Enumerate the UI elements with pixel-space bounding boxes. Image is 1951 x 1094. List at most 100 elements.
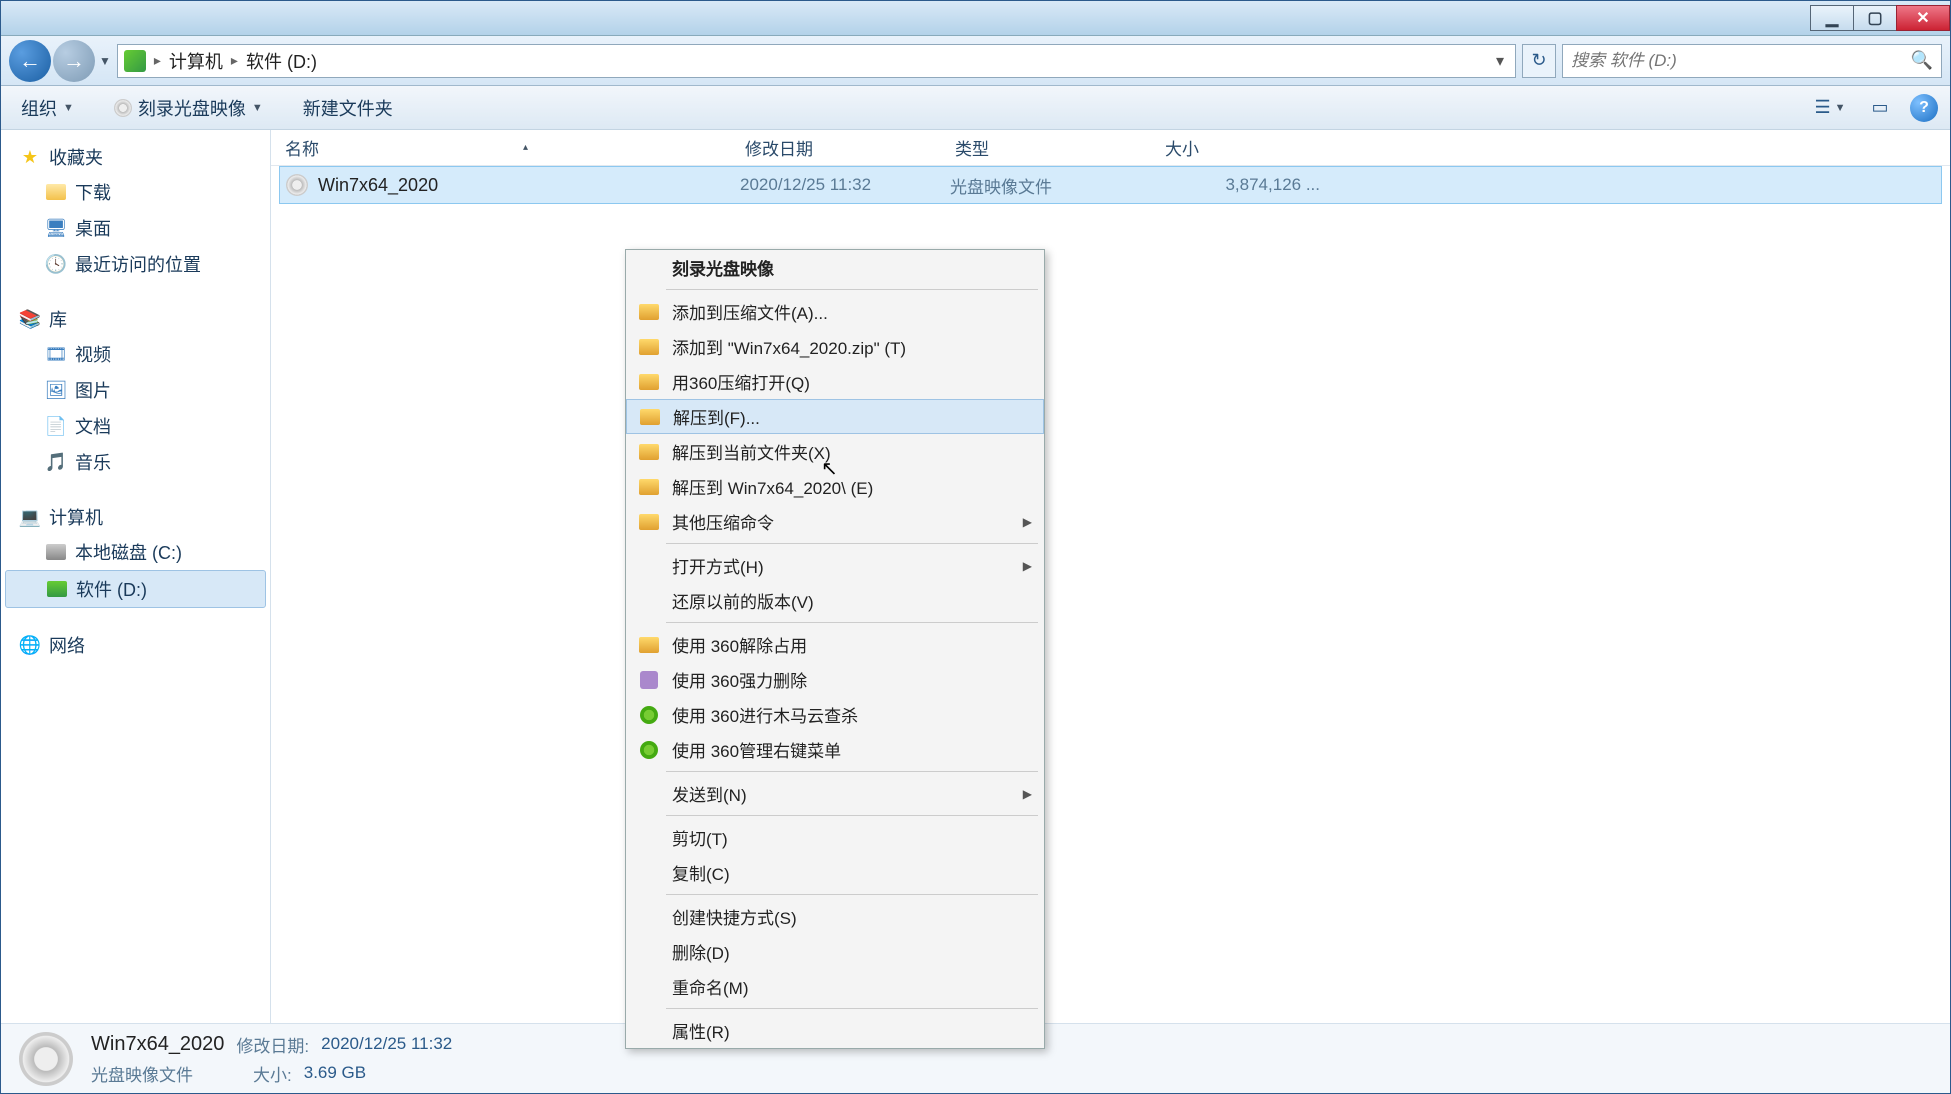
status-info: Win7x64_2020 修改日期: 2020/12/25 11:32 光盘映像… — [91, 1032, 452, 1086]
ctx-label: 属性(R) — [672, 1018, 730, 1043]
burn-label: 刻录光盘映像 — [138, 95, 246, 121]
search-icon[interactable]: 🔍 — [1911, 50, 1933, 71]
address-bar[interactable]: ▸ 计算机 ▸ 软件 (D:) ▾ — [117, 44, 1516, 78]
ctx-label: 添加到压缩文件(A)... — [672, 299, 828, 324]
recent-icon: 🕓 — [45, 253, 67, 275]
ctx-label: 创建快捷方式(S) — [672, 904, 797, 929]
ctx-cut[interactable]: 剪切(T) — [626, 820, 1044, 855]
sidebar-recent[interactable]: 🕓 最近访问的位置 — [5, 246, 266, 282]
ctx-open-with[interactable]: 打开方式(H)▶ — [626, 548, 1044, 583]
context-menu: 刻录光盘映像 添加到压缩文件(A)... 添加到 "Win7x64_2020.z… — [625, 249, 1045, 1049]
ctx-add-to-zip[interactable]: 添加到 "Win7x64_2020.zip" (T) — [626, 329, 1044, 364]
column-name[interactable]: 名称 ▴ — [285, 135, 745, 160]
ctx-properties[interactable]: 属性(R) — [626, 1013, 1044, 1048]
separator — [666, 543, 1038, 544]
preview-pane-button[interactable]: ▭ — [1860, 93, 1900, 123]
ctx-extract-to-folder[interactable]: 解压到 Win7x64_2020\ (E) — [626, 469, 1044, 504]
breadcrumb-computer[interactable]: 计算机 — [169, 48, 223, 74]
archive-icon — [638, 336, 660, 358]
chevron-icon[interactable]: ▸ — [231, 52, 238, 69]
sidebar-libraries[interactable]: 📚 库 — [5, 302, 266, 336]
nav-history-dropdown[interactable]: ▼ — [99, 54, 111, 68]
file-name: Win7x64_2020 — [318, 175, 438, 196]
sidebar-favorites[interactable]: ★ 收藏夹 — [5, 140, 266, 174]
burn-disc-image-button[interactable]: 刻录光盘映像 ▼ — [106, 91, 271, 125]
sidebar-videos[interactable]: 🎞 视频 — [5, 336, 266, 372]
network-group: 🌐 网络 — [5, 628, 266, 662]
sidebar-drive-c[interactable]: 本地磁盘 (C:) — [5, 534, 266, 570]
ctx-label: 使用 360强力删除 — [672, 667, 807, 692]
sidebar-item-label: 本地磁盘 (C:) — [75, 539, 182, 565]
ctx-restore-previous[interactable]: 还原以前的版本(V) — [626, 583, 1044, 618]
search-bar[interactable]: 🔍 — [1562, 44, 1942, 78]
library-icon: 📚 — [19, 308, 41, 330]
archive-icon — [638, 301, 660, 323]
column-date[interactable]: 修改日期 — [745, 135, 955, 160]
ctx-add-to-archive[interactable]: 添加到压缩文件(A)... — [626, 294, 1044, 329]
explorer-window: ← → ▼ ▸ 计算机 ▸ 软件 (D:) ▾ ↻ 🔍 组织 ▼ 刻录光盘映像 … — [0, 0, 1951, 1094]
ctx-360-trojan-scan[interactable]: 使用 360进行木马云查杀 — [626, 697, 1044, 732]
sidebar-desktop[interactable]: 🖥 桌面 — [5, 210, 266, 246]
favorites-group: ★ 收藏夹 下载 🖥 桌面 🕓 最近访问的位置 — [5, 140, 266, 282]
address-dropdown[interactable]: ▾ — [1491, 51, 1509, 71]
ctx-open-with-360zip[interactable]: 用360压缩打开(Q) — [626, 364, 1044, 399]
minimize-button[interactable] — [1810, 5, 1854, 31]
ctx-360-unlock[interactable]: 使用 360解除占用 — [626, 627, 1044, 662]
sidebar-downloads[interactable]: 下载 — [5, 174, 266, 210]
sidebar-pictures[interactable]: 🖼 图片 — [5, 372, 266, 408]
sidebar-music[interactable]: 🎵 音乐 — [5, 444, 266, 480]
back-button[interactable]: ← — [9, 40, 51, 82]
new-folder-button[interactable]: 新建文件夹 — [295, 91, 401, 125]
ctx-other-compress[interactable]: 其他压缩命令▶ — [626, 504, 1044, 539]
ctx-label: 解压到当前文件夹(X) — [672, 439, 831, 464]
ctx-rename[interactable]: 重命名(M) — [626, 969, 1044, 1004]
status-filename: Win7x64_2020 — [91, 1033, 224, 1056]
disc-icon — [114, 99, 132, 117]
status-size-label: 大小: — [253, 1061, 292, 1086]
chevron-icon[interactable]: ▸ — [154, 52, 161, 69]
ctx-360-manage-menu[interactable]: 使用 360管理右键菜单 — [626, 732, 1044, 767]
sidebar-item-label: 软件 (D:) — [76, 576, 147, 602]
refresh-button[interactable]: ↻ — [1522, 44, 1556, 78]
drive-icon — [124, 50, 146, 72]
sidebar-network[interactable]: 🌐 网络 — [5, 628, 266, 662]
ctx-create-shortcut[interactable]: 创建快捷方式(S) — [626, 899, 1044, 934]
organize-button[interactable]: 组织 ▼ — [13, 91, 82, 125]
sidebar-item-label: 文档 — [75, 413, 111, 439]
file-size-cell: 3,874,126 ... — [1160, 175, 1320, 195]
ctx-copy[interactable]: 复制(C) — [626, 855, 1044, 890]
file-row[interactable]: Win7x64_2020 2020/12/25 11:32 光盘映像文件 3,8… — [279, 166, 1942, 204]
ctx-label: 添加到 "Win7x64_2020.zip" (T) — [672, 334, 906, 359]
archive-icon — [638, 511, 660, 533]
window-controls — [1811, 5, 1950, 31]
column-size[interactable]: 大小 — [1165, 135, 1325, 160]
ctx-360-force-delete[interactable]: 使用 360强力删除 — [626, 662, 1044, 697]
ctx-label: 使用 360解除占用 — [672, 632, 807, 657]
ctx-label: 刻录光盘映像 — [672, 255, 774, 280]
view-mode-button[interactable]: ☰▼ — [1810, 93, 1850, 123]
computer-group: 💻 计算机 本地磁盘 (C:) 软件 (D:) — [5, 500, 266, 608]
hdd-icon — [46, 578, 68, 600]
sidebar-drive-d[interactable]: 软件 (D:) — [5, 570, 266, 608]
search-input[interactable] — [1571, 51, 1911, 71]
help-button[interactable]: ? — [1910, 94, 1938, 122]
360-icon — [638, 739, 660, 761]
ctx-delete[interactable]: 删除(D) — [626, 934, 1044, 969]
ctx-extract-to[interactable]: 解压到(F)... — [626, 399, 1044, 434]
close-button[interactable] — [1896, 5, 1950, 31]
column-type[interactable]: 类型 — [955, 135, 1165, 160]
ctx-burn-disc-image[interactable]: 刻录光盘映像 — [626, 250, 1044, 285]
ctx-label: 打开方式(H) — [672, 553, 764, 578]
ctx-extract-here[interactable]: 解压到当前文件夹(X) — [626, 434, 1044, 469]
ctx-label: 使用 360管理右键菜单 — [672, 737, 841, 762]
sidebar-computer[interactable]: 💻 计算机 — [5, 500, 266, 534]
status-size-value: 3.69 GB — [304, 1063, 366, 1083]
ctx-label: 使用 360进行木马云查杀 — [672, 702, 858, 727]
forward-button[interactable]: → — [53, 40, 95, 82]
breadcrumb-drive[interactable]: 软件 (D:) — [246, 48, 317, 74]
ctx-send-to[interactable]: 发送到(N)▶ — [626, 776, 1044, 811]
sidebar-documents[interactable]: 📄 文档 — [5, 408, 266, 444]
nav-arrows: ← → ▼ — [9, 40, 111, 82]
video-icon: 🎞 — [45, 343, 67, 365]
maximize-button[interactable] — [1853, 5, 1897, 31]
